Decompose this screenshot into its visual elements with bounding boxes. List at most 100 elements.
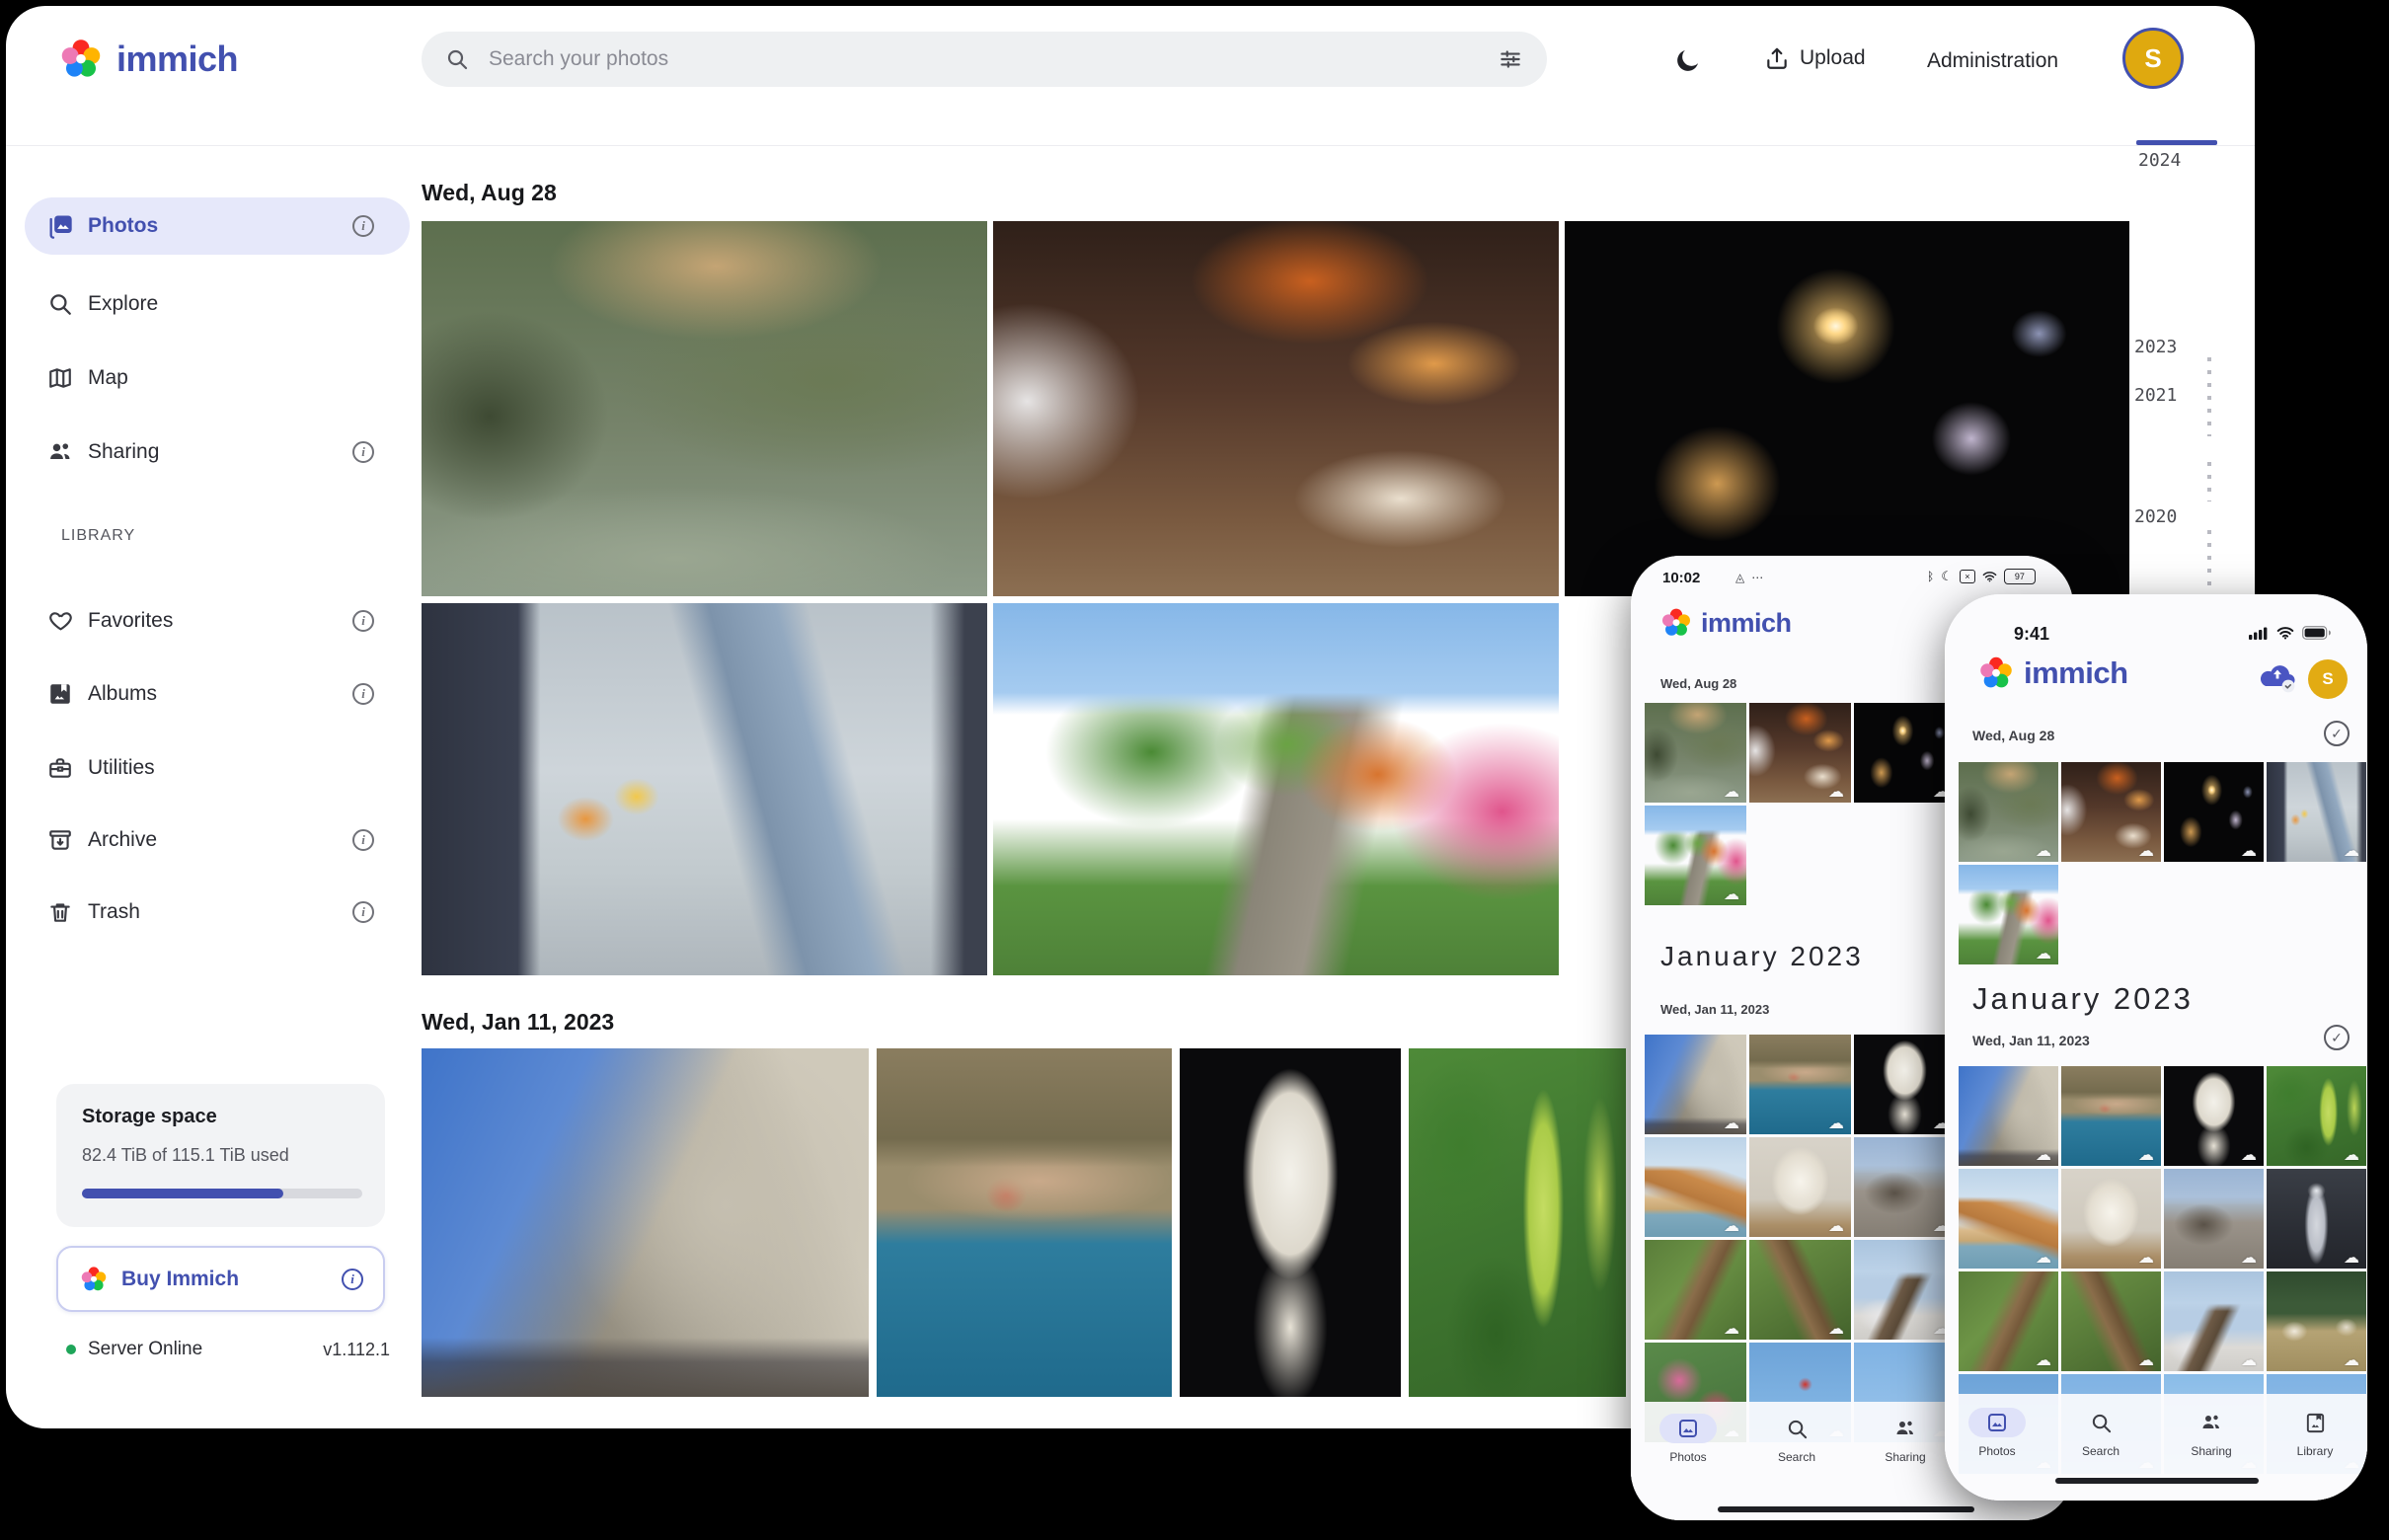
month-header: January 2023: [1972, 981, 2194, 1017]
photo-ornament[interactable]: [2267, 1169, 2366, 1269]
photo-berries[interactable]: [2267, 1066, 2366, 1166]
photo-bust[interactable]: [1180, 1048, 1401, 1397]
sidebar-item-explore[interactable]: Explore: [25, 275, 410, 333]
photo-alpine[interactable]: [2267, 1271, 2366, 1371]
search-bar[interactable]: [422, 32, 1547, 87]
upload-button[interactable]: Upload: [1764, 45, 1866, 71]
info-icon[interactable]: [352, 441, 374, 463]
nav-tab-label: Library: [2271, 1444, 2359, 1458]
sidebar-item-trash[interactable]: Trash: [25, 884, 410, 941]
photo-autumn[interactable]: [1959, 865, 2058, 964]
app-logo-wordmark: immich: [116, 38, 238, 80]
photo-bust[interactable]: [1854, 1035, 1956, 1134]
photo-whiterock[interactable]: [2061, 1169, 2161, 1269]
nav-tab-library[interactable]: Library: [2271, 1408, 2359, 1458]
phone-thumb-row: [1959, 865, 2058, 964]
info-icon[interactable]: [352, 610, 374, 632]
user-avatar[interactable]: S: [2122, 28, 2184, 89]
photo-autumn[interactable]: [1645, 806, 1746, 905]
info-icon[interactable]: [352, 215, 374, 237]
photos-icon: [46, 212, 74, 240]
sidebar-item-sharing[interactable]: Sharing: [25, 424, 410, 481]
photo-church[interactable]: [2164, 1271, 2264, 1371]
administration-link[interactable]: Administration: [1927, 49, 2058, 73]
photo-dinner[interactable]: [1749, 703, 1851, 803]
app-logo: immich: [1660, 607, 1792, 639]
photo-monkeys[interactable]: [422, 221, 987, 596]
photo-autumn[interactable]: [993, 603, 1559, 975]
photo-hands[interactable]: [2267, 762, 2366, 862]
timeline-year[interactable]: 2021: [2134, 385, 2177, 406]
select-all-check-icon[interactable]: [2324, 1025, 2350, 1050]
active-tab-pill: [1968, 1408, 2026, 1437]
search-filter-icon[interactable]: [1498, 46, 1523, 72]
photo-church[interactable]: [1854, 1240, 1956, 1340]
search-icon: [1786, 1414, 1809, 1443]
photo-bust[interactable]: [2164, 1066, 2264, 1166]
sidebar-item-photos[interactable]: Photos: [25, 197, 410, 255]
info-icon[interactable]: [352, 901, 374, 923]
select-all-check-icon[interactable]: [2324, 721, 2350, 746]
photo-monkeys[interactable]: [1959, 762, 2058, 862]
search-input[interactable]: [487, 46, 1478, 72]
photos-icon: [1676, 1414, 1700, 1443]
photo-ruins[interactable]: [2164, 1169, 2264, 1269]
sidebar-item-map[interactable]: Map: [25, 349, 410, 407]
phone-thumb-row: [1959, 762, 2366, 862]
phone-thumb-row: [1959, 1169, 2366, 1269]
timeline-year[interactable]: 2020: [2134, 506, 2177, 527]
photo-fireworks[interactable]: [2164, 762, 2264, 862]
info-icon[interactable]: [352, 829, 374, 851]
photo-monkeys[interactable]: [1645, 703, 1746, 803]
photo-castle[interactable]: [1645, 1035, 1746, 1134]
photo-coastal[interactable]: [1749, 1035, 1851, 1134]
photo-lizard1[interactable]: [1645, 1240, 1746, 1340]
sidebar-item-archive[interactable]: Archive: [25, 811, 410, 869]
photo-beach[interactable]: [1645, 1137, 1746, 1237]
phone-thumb-row: [1645, 806, 1746, 905]
buy-immich-button[interactable]: Buy Immich: [56, 1246, 385, 1312]
photo-beach[interactable]: [1959, 1169, 2058, 1269]
timeline-position-marker[interactable]: [2136, 140, 2217, 145]
photo-berries[interactable]: [1409, 1048, 1626, 1397]
screenshot-stage: immich: [0, 0, 2389, 1540]
photo-coastal[interactable]: [877, 1048, 1172, 1397]
photo-coastal[interactable]: [2061, 1066, 2161, 1166]
info-icon[interactable]: [342, 1269, 363, 1290]
photo-ruins[interactable]: [1854, 1137, 1956, 1237]
photo-lizard2[interactable]: [1749, 1240, 1851, 1340]
phone-thumb-row: [1959, 1271, 2366, 1371]
photo-hands[interactable]: [422, 603, 987, 975]
nav-tab-sharing[interactable]: Sharing: [1861, 1414, 1950, 1464]
photo-dinner[interactable]: [2061, 762, 2161, 862]
user-avatar[interactable]: S: [2308, 659, 2348, 699]
photo-lizard2[interactable]: [2061, 1271, 2161, 1371]
photo-fireworks[interactable]: [1565, 221, 2129, 596]
photo-castle[interactable]: [1959, 1066, 2058, 1166]
phone-status-icons-right: [2249, 626, 2331, 640]
backup-cloud-icon[interactable]: [2257, 661, 2298, 693]
nav-tab-photos[interactable]: Photos: [1644, 1414, 1733, 1464]
nav-tab-sharing[interactable]: Sharing: [2167, 1408, 2256, 1458]
sidebar-item-albums[interactable]: Albums: [25, 665, 410, 723]
library-icon: [2304, 1408, 2327, 1437]
phone-status-icons-left: ◬ ⋯: [1735, 571, 1763, 584]
toolbox-icon: [46, 754, 74, 782]
sidebar-item-utilities[interactable]: Utilities: [25, 739, 410, 797]
dark-mode-toggle[interactable]: [1673, 45, 1703, 75]
app-logo[interactable]: immich: [59, 38, 238, 81]
timeline-ticks: [2207, 462, 2211, 501]
photo-dinner[interactable]: [993, 221, 1559, 596]
nav-tab-search[interactable]: Search: [1752, 1414, 1841, 1464]
timeline-year[interactable]: 2023: [2134, 337, 2177, 357]
photo-castle[interactable]: [422, 1048, 869, 1397]
info-icon[interactable]: [352, 683, 374, 705]
nav-tab-photos[interactable]: Photos: [1953, 1408, 2042, 1458]
date-group-header: Wed, Jan 11, 2023: [422, 1009, 614, 1036]
photo-fireworks[interactable]: [1854, 703, 1956, 803]
timeline-year-current[interactable]: 2024: [2138, 150, 2181, 171]
nav-tab-search[interactable]: Search: [2056, 1408, 2145, 1458]
photo-whiterock[interactable]: [1749, 1137, 1851, 1237]
photo-lizard1[interactable]: [1959, 1271, 2058, 1371]
sidebar-item-favorites[interactable]: Favorites: [25, 592, 410, 650]
